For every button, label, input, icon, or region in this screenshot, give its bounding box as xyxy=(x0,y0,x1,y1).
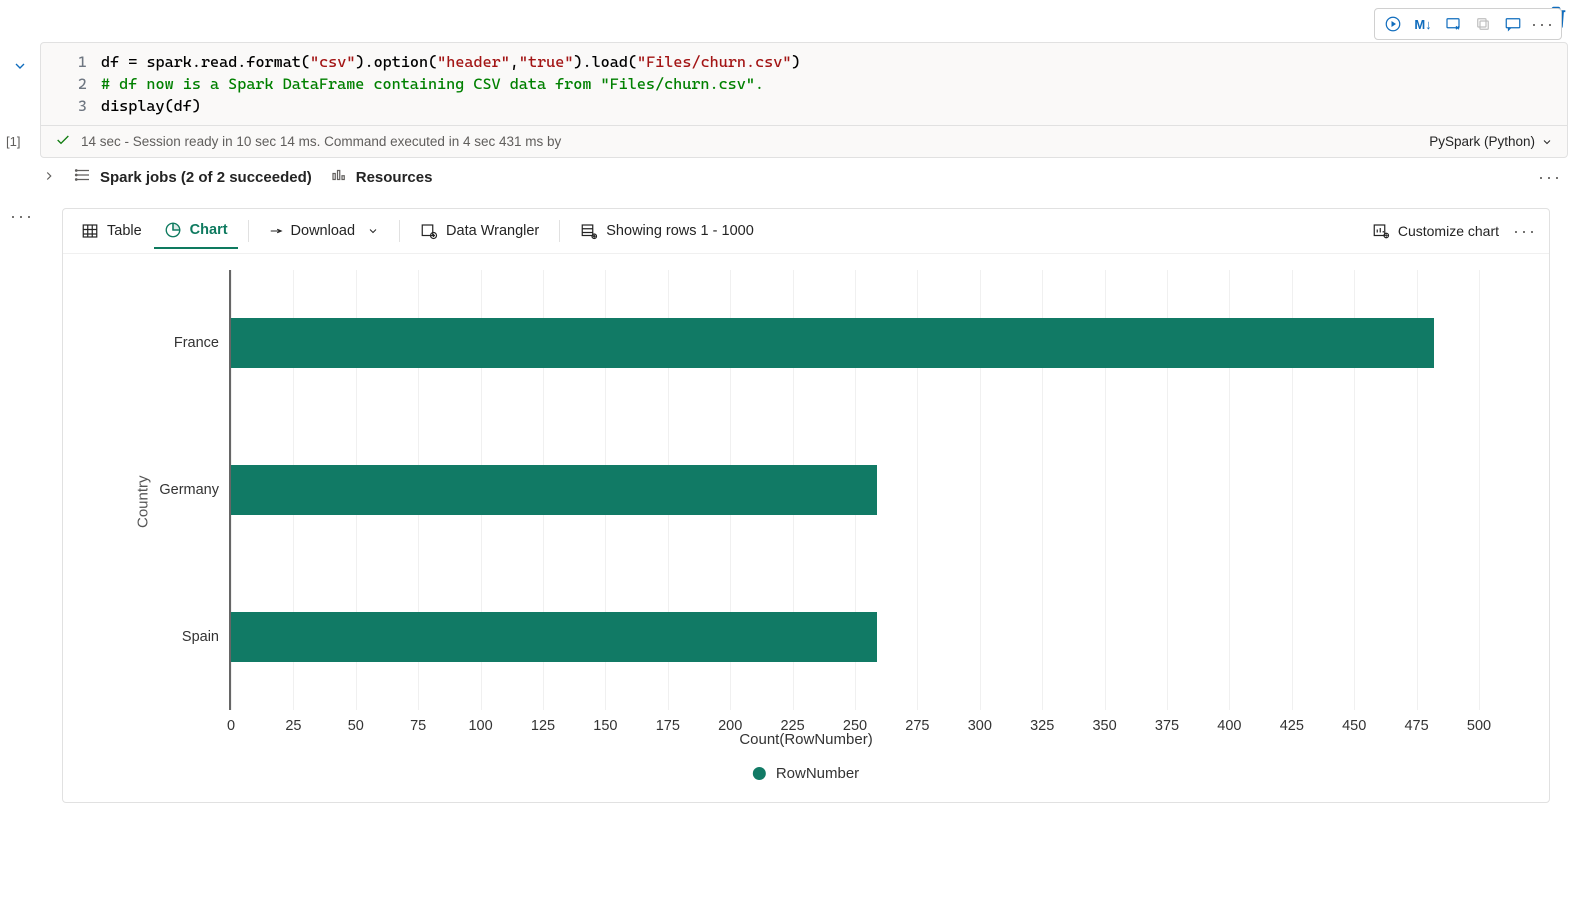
tab-chart-label: Chart xyxy=(190,222,228,238)
rows-indicator[interactable]: Showing rows 1 - 1000 xyxy=(570,214,764,248)
chart-bar[interactable] xyxy=(231,465,877,515)
spark-jobs-icon xyxy=(74,166,92,188)
line-number: 1 xyxy=(41,51,87,73)
table-icon xyxy=(81,222,99,240)
x-tick: 425 xyxy=(1280,718,1304,734)
tab-chart[interactable]: Chart xyxy=(154,213,238,249)
x-axis-label: Count(RowNumber) xyxy=(739,731,872,748)
status-text: 14 sec - Session ready in 10 sec 14 ms. … xyxy=(81,134,561,149)
rows-label: Showing rows 1 - 1000 xyxy=(606,223,754,239)
code-editor[interactable]: df = spark.read.format("csv").option("he… xyxy=(101,51,801,117)
y-axis-label: Country xyxy=(135,475,152,528)
output-toolbar: Table Chart Download Data Wrangler Showi… xyxy=(63,209,1549,254)
y-tick: France xyxy=(174,335,219,351)
x-tick: 400 xyxy=(1217,718,1241,734)
download-icon xyxy=(269,224,283,238)
chart-area: Country 02550751001251501752002252502753… xyxy=(63,254,1549,802)
output-header-row: Spark jobs (2 of 2 succeeded) Resources … xyxy=(40,162,1568,192)
legend-label: RowNumber xyxy=(776,765,859,782)
chart-legend: RowNumber xyxy=(753,765,859,782)
chart-pie-icon xyxy=(164,221,182,239)
x-tick: 125 xyxy=(531,718,555,734)
cell-status-bar: 14 sec - Session ready in 10 sec 14 ms. … xyxy=(41,125,1567,157)
success-check-icon xyxy=(55,132,71,151)
output-more-icon[interactable]: ··· xyxy=(1509,221,1541,242)
cell-toolbar: M↓ ··· xyxy=(1374,8,1562,40)
x-tick: 25 xyxy=(285,718,301,734)
code-cell: 1 2 3 df = spark.read.format("csv").opti… xyxy=(40,42,1568,158)
language-selector[interactable]: PySpark (Python) xyxy=(1429,134,1553,149)
rows-icon xyxy=(580,222,598,240)
x-tick: 475 xyxy=(1404,718,1428,734)
customize-label: Customize chart xyxy=(1398,223,1499,239)
resources-icon xyxy=(330,166,348,188)
spark-jobs-button[interactable]: Spark jobs (2 of 2 succeeded) xyxy=(74,166,312,188)
download-label: Download xyxy=(291,223,356,239)
x-tick: 325 xyxy=(1030,718,1054,734)
cell-side-more-icon[interactable]: ··· xyxy=(10,206,34,227)
output-panel: Table Chart Download Data Wrangler Showi… xyxy=(62,208,1550,803)
resources-button[interactable]: Resources xyxy=(330,166,433,188)
data-wrangler-label: Data Wrangler xyxy=(446,223,539,239)
x-tick: 75 xyxy=(410,718,426,734)
tab-table-label: Table xyxy=(107,223,142,239)
customize-chart-button[interactable]: Customize chart xyxy=(1372,222,1499,240)
language-label: PySpark (Python) xyxy=(1429,134,1535,149)
spark-jobs-label: Spark jobs (2 of 2 succeeded) xyxy=(100,169,312,186)
chevron-down-icon xyxy=(1541,136,1553,148)
x-tick: 175 xyxy=(656,718,680,734)
download-button[interactable]: Download xyxy=(259,215,390,247)
expand-jobs-icon[interactable] xyxy=(42,169,56,186)
chart-bar[interactable] xyxy=(231,612,877,662)
x-tick: 50 xyxy=(348,718,364,734)
customize-icon xyxy=(1372,222,1390,240)
chart-plot: 0255075100125150175200225250275300325350… xyxy=(229,270,1479,710)
line-gutter: 1 2 3 xyxy=(41,51,101,117)
comment-icon[interactable] xyxy=(1499,11,1527,37)
x-tick: 300 xyxy=(968,718,992,734)
x-tick: 375 xyxy=(1155,718,1179,734)
x-tick: 100 xyxy=(468,718,492,734)
chart-bar[interactable] xyxy=(231,318,1434,368)
resources-label: Resources xyxy=(356,169,433,186)
clear-output-icon[interactable] xyxy=(1439,11,1467,37)
x-tick: 150 xyxy=(593,718,617,734)
jobs-more-icon[interactable]: ··· xyxy=(1538,167,1562,188)
cell-execution-count: [1] xyxy=(6,134,20,149)
data-wrangler-icon xyxy=(420,222,438,240)
run-cell-icon[interactable] xyxy=(1379,11,1407,37)
y-tick: Germany xyxy=(159,482,219,498)
copy-cell-icon[interactable] xyxy=(1469,11,1497,37)
legend-marker xyxy=(753,767,766,780)
line-number: 3 xyxy=(41,95,87,117)
chevron-down-icon xyxy=(367,225,379,237)
x-tick: 500 xyxy=(1467,718,1491,734)
line-number: 2 xyxy=(41,73,87,95)
markdown-toggle[interactable]: M↓ xyxy=(1409,11,1437,37)
x-tick: 0 xyxy=(227,718,235,734)
x-tick: 450 xyxy=(1342,718,1366,734)
data-wrangler-button[interactable]: Data Wrangler xyxy=(410,214,549,248)
more-cell-actions-icon[interactable]: ··· xyxy=(1529,11,1557,37)
tab-table[interactable]: Table xyxy=(71,214,152,248)
cell-collapse-icon[interactable] xyxy=(12,58,28,77)
y-tick: Spain xyxy=(182,629,219,645)
x-tick: 275 xyxy=(905,718,929,734)
x-tick: 350 xyxy=(1092,718,1116,734)
